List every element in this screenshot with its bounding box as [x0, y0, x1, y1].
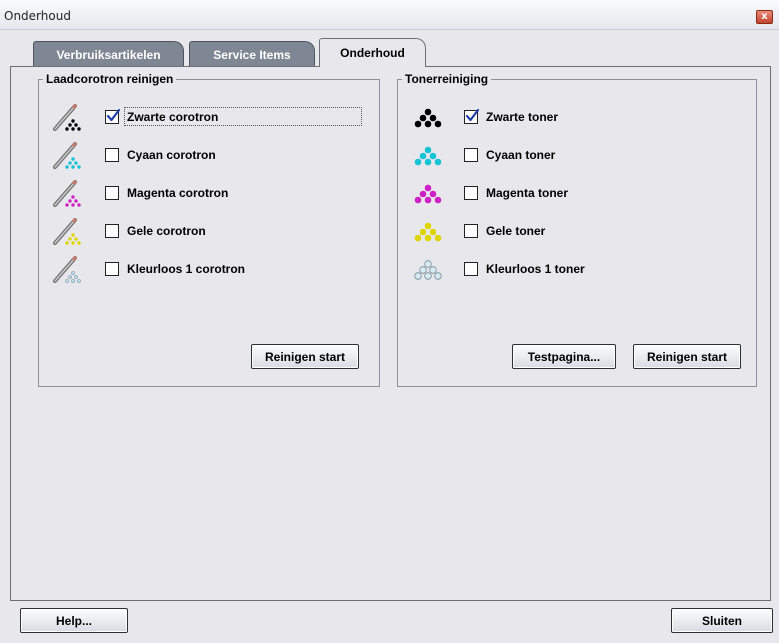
corotron-wand-icon — [53, 217, 85, 247]
toner_group-checkbox[interactable] — [464, 148, 478, 162]
toner-dots-icon — [412, 217, 444, 247]
corotron-wand-icon — [53, 179, 85, 209]
tab-onderhoud[interactable]: Onderhoud — [319, 38, 426, 67]
tab-service-items[interactable]: Service Items — [189, 41, 315, 67]
corotron_group-checkbox[interactable] — [105, 186, 119, 200]
corotron_group-row[interactable]: Cyaan corotron — [53, 141, 363, 171]
toner_group-label: Magenta toner — [486, 186, 569, 200]
toner-group-title: Tonerreiniging — [402, 72, 492, 86]
toner_group-checkbox[interactable] — [464, 186, 478, 200]
toner-group: Tonerreiniging Zwarte toner Cyaan toner Ma… — [397, 72, 757, 387]
toner-dots-icon — [412, 141, 444, 171]
toner_group-row[interactable]: Kleurloos 1 toner — [412, 255, 722, 285]
corotron_group-checkbox[interactable] — [105, 224, 119, 238]
toner-start-button[interactable]: Reinigen start — [633, 344, 741, 369]
help-button[interactable]: Help... — [20, 608, 128, 633]
toner_group-row[interactable]: Gele toner — [412, 217, 722, 247]
corotron-wand-icon — [53, 255, 85, 285]
toner_group-checkbox[interactable] — [464, 262, 478, 276]
corotron-wand-icon — [53, 141, 85, 171]
corotron_group-checkbox[interactable] — [105, 108, 121, 124]
toner_group-label: Gele toner — [486, 224, 546, 238]
toner_group-row[interactable]: Magenta toner — [412, 179, 722, 209]
corotron_group-row[interactable]: Magenta corotron — [53, 179, 363, 209]
corotron_group-label: Kleurloos 1 corotron — [127, 262, 246, 276]
toner_group-label: Kleurloos 1 toner — [486, 262, 585, 276]
corotron_group-row[interactable]: Kleurloos 1 corotron — [53, 255, 363, 285]
toner_group-row[interactable]: Zwarte toner — [412, 103, 722, 133]
corotron_group-label: Gele corotron — [127, 224, 206, 238]
close-button[interactable]: Sluiten — [671, 608, 773, 633]
toner-dots-icon — [412, 103, 444, 133]
close-icon[interactable]: x — [756, 10, 773, 24]
toner_group-checkbox[interactable] — [464, 224, 478, 238]
corotron-start-button[interactable]: Reinigen start — [251, 344, 359, 369]
toner_group-label: Cyaan toner — [486, 148, 556, 162]
tab-verbruiksartikelen[interactable]: Verbruiksartikelen — [33, 41, 184, 67]
toner-dots-icon — [412, 179, 444, 209]
corotron_group-checkbox[interactable] — [105, 148, 119, 162]
corotron_group-row[interactable]: Gele corotron — [53, 217, 363, 247]
corotron-group-title: Laadcorotron reinigen — [43, 72, 177, 86]
test-page-button[interactable]: Testpagina... — [512, 344, 616, 369]
corotron_group-row[interactable]: Zwarte corotron — [53, 103, 363, 133]
corotron_group-label: Cyaan corotron — [127, 148, 216, 162]
toner_group-checkbox[interactable] — [464, 108, 480, 124]
corotron_group-checkbox[interactable] — [105, 262, 119, 276]
focus-indicator — [124, 107, 362, 126]
toner_group-label: Zwarte toner — [486, 110, 559, 124]
toner_group-row[interactable]: Cyaan toner — [412, 141, 722, 171]
title-bar: Onderhoud x — [0, 0, 779, 30]
corotron-wand-icon — [53, 103, 85, 133]
toner-dots-icon — [412, 255, 444, 285]
corotron-group: Laadcorotron reinigen Zwarte corotron Cy… — [38, 72, 380, 387]
corotron_group-label: Magenta corotron — [127, 186, 229, 200]
window-title: Onderhoud — [4, 9, 71, 23]
